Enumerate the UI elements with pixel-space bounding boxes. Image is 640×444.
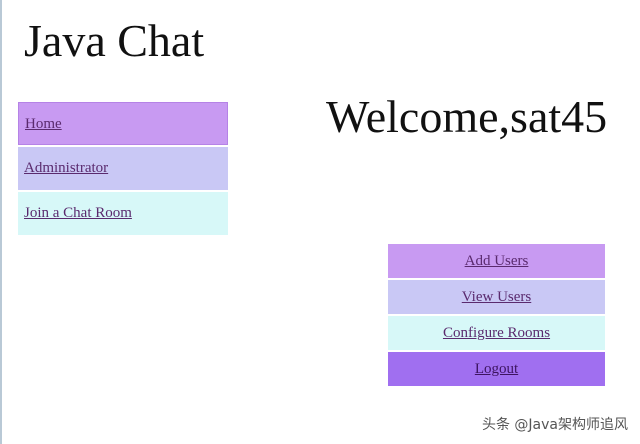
app-title: Java Chat (24, 15, 205, 66)
add-users-link[interactable]: Add Users (388, 244, 605, 278)
sidebar-nav: Home Administrator Join a Chat Room (18, 102, 228, 237)
configure-rooms-link[interactable]: Configure Rooms (388, 316, 605, 350)
sidebar-item-join-chat-room[interactable]: Join a Chat Room (18, 192, 228, 235)
watermark: 头条 @Java架构师追风 (481, 417, 628, 433)
sidebar-item-administrator[interactable]: Administrator (18, 147, 228, 190)
logout-link[interactable]: Logout (388, 352, 605, 386)
welcome-message: Welcome,sat45 (326, 91, 608, 142)
view-users-link[interactable]: View Users (388, 280, 605, 314)
sidebar-item-home[interactable]: Home (18, 102, 228, 145)
admin-action-panel: Add Users View Users Configure Rooms Log… (388, 244, 605, 388)
window-left-border (0, 0, 2, 444)
